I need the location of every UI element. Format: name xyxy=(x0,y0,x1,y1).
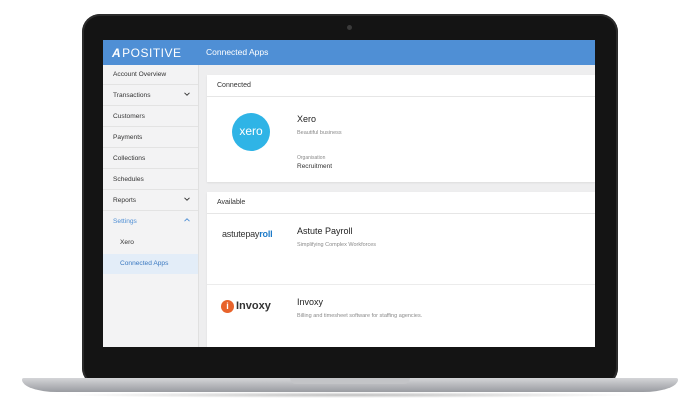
connected-card: Connected xero Xero Beautiful business O… xyxy=(207,75,595,182)
page-title: Connected Apps xyxy=(206,47,269,57)
app-row-xero[interactable]: xero Xero Beautiful business Organisatio… xyxy=(207,75,595,182)
app-name: Astute Payroll xyxy=(297,226,353,236)
logo-text: POSITIVE xyxy=(122,46,182,60)
logo-mark: A xyxy=(112,46,122,60)
sidebar-item-label: Transactions xyxy=(113,92,151,99)
sidebar-item-label: Customers xyxy=(113,113,145,120)
sidebar-item-label: Payments xyxy=(113,134,143,141)
sidebar: Account Overview Transactions Customers … xyxy=(103,65,199,347)
app-name: Xero xyxy=(297,114,317,124)
app-description: Billing and timesheet software for staff… xyxy=(297,313,423,319)
sidebar-item-label: Reports xyxy=(113,197,137,204)
sidebar-item-label: Connected Apps xyxy=(120,260,169,267)
logo-text-accent: roll xyxy=(259,229,273,239)
laptop-notch xyxy=(290,378,410,384)
sidebar-item-reports[interactable]: Reports xyxy=(103,191,198,211)
sidebar-item-label: Xero xyxy=(120,239,134,246)
sidebar-item-label: Account Overview xyxy=(113,71,167,78)
logo-text: astutepay xyxy=(222,229,260,239)
xero-logo: xero xyxy=(232,113,270,151)
camera-dot xyxy=(347,25,352,30)
sidebar-item-xero[interactable]: Xero xyxy=(103,233,198,253)
sidebar-item-connected-apps[interactable]: Connected Apps xyxy=(103,254,198,274)
sidebar-item-customers[interactable]: Customers xyxy=(103,107,198,127)
top-bar: APOSITIVE Connected Apps xyxy=(103,40,595,65)
invoxy-logo: i Invoxy xyxy=(221,299,291,315)
chevron-up-icon xyxy=(184,217,190,222)
app-row-astute-payroll[interactable]: astutepayroll Astute Payroll Simplifying… xyxy=(207,214,595,284)
sidebar-item-label: Collections xyxy=(113,155,146,162)
app-description: Beautiful business xyxy=(297,130,342,136)
logo-text: Invoxy xyxy=(236,300,271,312)
chevron-down-icon xyxy=(184,196,190,201)
sidebar-item-label: Settings xyxy=(113,218,137,225)
app-name: Invoxy xyxy=(297,297,324,307)
sidebar-item-payments[interactable]: Payments xyxy=(103,128,198,148)
sidebar-item-transactions[interactable]: Transactions xyxy=(103,86,198,106)
brand-logo[interactable]: APOSITIVE xyxy=(112,46,182,60)
organisation-label: Organisation xyxy=(297,155,326,161)
sidebar-item-label: Schedules xyxy=(113,176,144,183)
available-card: Available astutepayroll Astute Payroll S… xyxy=(207,192,595,347)
sidebar-item-schedules[interactable]: Schedules xyxy=(103,170,198,190)
invoxy-logo-mark: i xyxy=(221,300,234,313)
xero-logo-text: xero xyxy=(239,124,263,138)
section-title: Available xyxy=(217,199,246,206)
logo-mark-text: i xyxy=(226,301,229,311)
app-screen: APOSITIVE Connected Apps Account Overvie… xyxy=(103,40,595,347)
sidebar-item-account-overview[interactable]: Account Overview xyxy=(103,65,198,85)
sidebar-item-settings[interactable]: Settings xyxy=(103,212,198,232)
available-header: Available xyxy=(207,192,595,214)
app-row-invoxy[interactable]: i Invoxy Invoxy Billing and timesheet so… xyxy=(207,285,595,347)
astute-payroll-logo: astutepayroll xyxy=(222,229,273,239)
organisation-value: Recruitment xyxy=(297,163,333,170)
app-description: Simplifying Complex Workforces xyxy=(297,242,377,248)
chevron-down-icon xyxy=(184,91,190,96)
laptop-shadow xyxy=(60,392,640,398)
sidebar-item-collections[interactable]: Collections xyxy=(103,149,198,169)
